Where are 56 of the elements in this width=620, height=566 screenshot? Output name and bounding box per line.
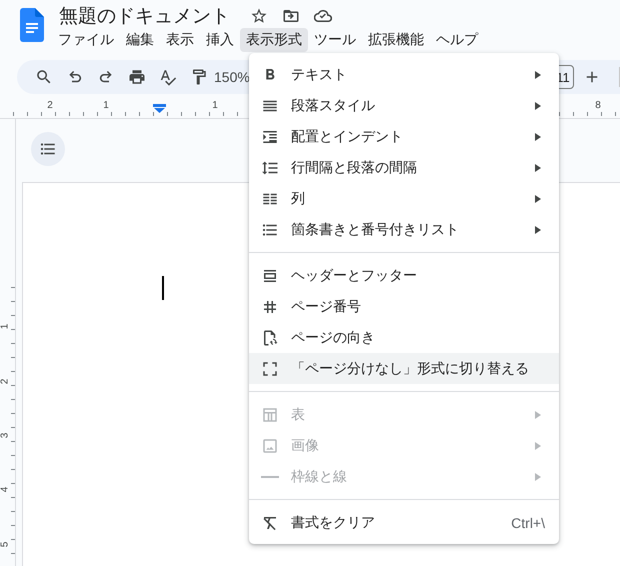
menu-tab[interactable]: 拡張機能 — [362, 28, 430, 52]
image-icon — [261, 436, 279, 454]
menu-item[interactable]: ページの向き — [249, 322, 559, 353]
text-cursor — [162, 276, 164, 300]
menu-tab[interactable]: ヘルプ — [430, 28, 484, 52]
print-icon — [128, 68, 146, 86]
submenu-arrow-icon — [535, 442, 541, 450]
ruler-number: 8 — [595, 100, 601, 111]
line-spacing-icon — [261, 158, 279, 176]
ruler-number: 3 — [0, 432, 10, 438]
ruler-number: 1 — [212, 100, 218, 111]
menu-item[interactable]: 「ページ分けなし」形式に切り替える — [249, 353, 559, 384]
shortcut-text: Ctrl+\ — [511, 514, 545, 530]
line-icon — [261, 476, 279, 478]
menu-tab[interactable]: 表示形式 — [240, 28, 308, 52]
page-rotate-icon — [261, 328, 279, 346]
submenu-arrow-icon — [535, 70, 541, 78]
ruler-number: 5 — [0, 542, 10, 548]
cloud-check-icon — [314, 7, 332, 25]
ruler-number: 1 — [0, 324, 10, 330]
spellcheck-icon — [159, 68, 177, 86]
menu-item[interactable]: 列 — [249, 183, 559, 214]
menu-tab[interactable]: 挿入 — [200, 28, 240, 52]
menu-tab[interactable]: 編集 — [120, 28, 160, 52]
star-icon — [250, 7, 268, 25]
menu-item[interactable]: ヘッダーとフッター — [249, 260, 559, 291]
submenu-arrow-icon — [535, 226, 541, 234]
indent-marker-icon[interactable] — [153, 104, 166, 113]
corners-icon — [261, 360, 279, 378]
submenu-arrow-icon — [535, 472, 541, 480]
ruler-number: 4 — [0, 486, 10, 492]
menu-tab[interactable]: ツール — [308, 28, 362, 52]
submenu-arrow-icon — [535, 132, 541, 140]
menu-item[interactable]: 配置とインデント — [249, 121, 559, 152]
ruler-number: 1 — [103, 100, 109, 111]
menu-item[interactable]: 段落スタイル — [249, 90, 559, 121]
table-icon — [261, 406, 279, 424]
submenu-arrow-icon — [535, 194, 541, 202]
menu-tab[interactable]: 表示 — [160, 28, 200, 52]
menu-item[interactable]: ページ番号 — [249, 291, 559, 322]
menu-item[interactable]: 箇条書きと番号付きリスト — [249, 214, 559, 245]
menu-item[interactable]: 行間隔と段落の間隔 — [249, 152, 559, 183]
menu-tab[interactable]: ファイル — [52, 28, 120, 52]
zoom-select[interactable]: 150% — [214, 69, 250, 85]
submenu-arrow-icon — [535, 164, 541, 172]
submenu-arrow-icon — [535, 102, 541, 110]
submenu-arrow-icon — [535, 410, 541, 418]
ruler-number: 2 — [47, 100, 53, 111]
search-icon — [35, 68, 53, 86]
document-title[interactable]: 無題のドキュメント — [59, 3, 230, 29]
ruler-number: 2 — [0, 378, 10, 384]
folder-arrow-icon — [282, 7, 300, 25]
document-logo-icon[interactable] — [20, 8, 44, 42]
outline-button[interactable] — [31, 132, 65, 166]
menu-item[interactable]: 書式をクリア Ctrl+\ — [249, 507, 559, 538]
paint-roller-icon — [190, 68, 208, 86]
